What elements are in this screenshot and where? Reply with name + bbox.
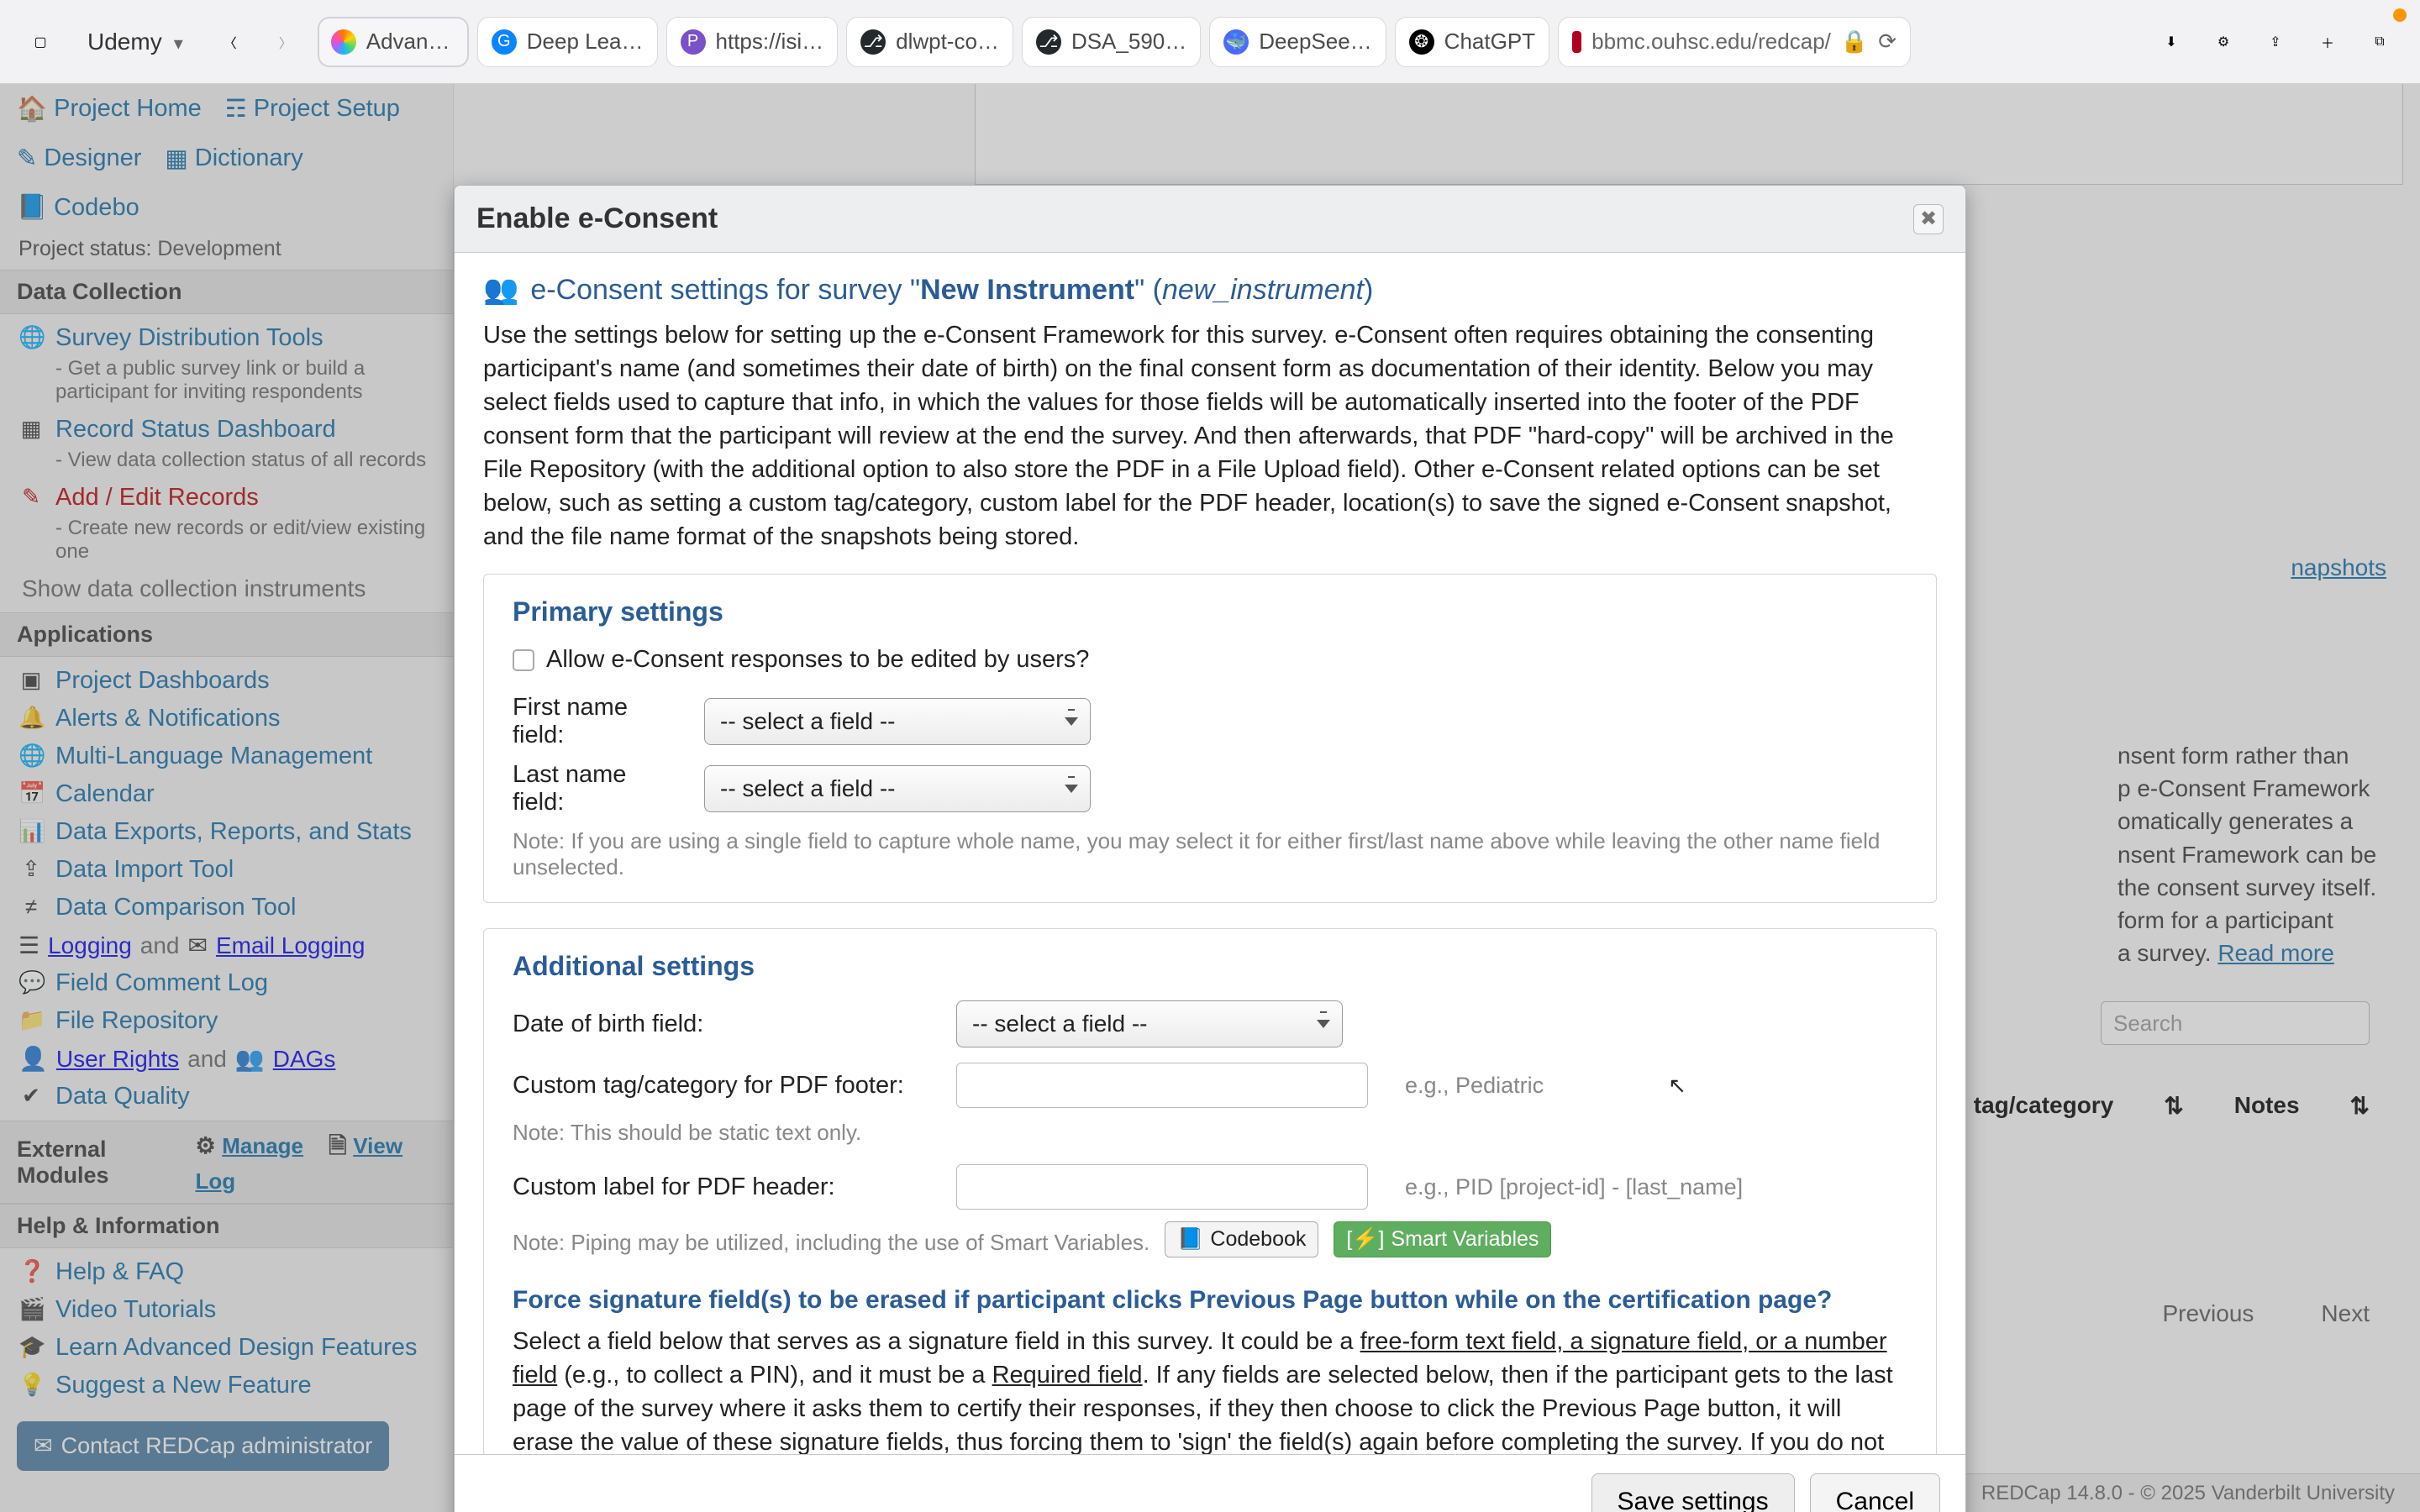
dob-select[interactable]: -- select a field --: [956, 1000, 1343, 1047]
primary-settings-panel: Primary settings Allow e-Consent respons…: [483, 574, 1937, 903]
site-icon: [1572, 31, 1581, 53]
smart-variables-button[interactable]: [⚡]Smart Variables: [1334, 1221, 1551, 1257]
back-button[interactable]: 〈: [207, 18, 254, 66]
tag-label: Custom tag/category for PDF footer:: [513, 1072, 933, 1100]
downloads-icon[interactable]: ⬇: [2148, 18, 2195, 66]
last-name-select[interactable]: -- select a field --: [704, 765, 1091, 812]
cancel-button[interactable]: Cancel: [1810, 1473, 1940, 1512]
tab-2[interactable]: Phttps://isi…: [666, 17, 839, 67]
header-input[interactable]: [956, 1164, 1368, 1210]
address-text: bbmc.ouhsc.edu/redcap/: [1591, 29, 1831, 55]
chevron-down-icon: [169, 29, 183, 55]
bolt-icon: [⚡]: [1346, 1227, 1384, 1252]
tab-6[interactable]: ❂ChatGPT: [1395, 17, 1549, 67]
save-settings-button[interactable]: Save settings: [1591, 1473, 1795, 1512]
piping-note: Note: Piping may be utilized, including …: [513, 1230, 1150, 1256]
reload-icon[interactable]: ⟳: [1878, 29, 1897, 55]
lock-icon: 🔒: [1841, 29, 1868, 55]
tab-0[interactable]: Advan…: [318, 17, 469, 67]
cursor-icon: ↖: [1668, 1073, 1686, 1099]
new-tab-icon[interactable]: ＋: [2304, 18, 2351, 66]
modal-subtitle: 👥 e-Consent settings for survey "New Ins…: [483, 273, 1937, 307]
settings-icon[interactable]: ⚙: [2200, 18, 2247, 66]
header-hint: e.g., PID [project-id] - [last_name]: [1392, 1174, 1743, 1200]
tab-5[interactable]: 🐳DeepSee…: [1209, 17, 1386, 67]
dob-label: Date of birth field:: [513, 1011, 933, 1038]
tab-4[interactable]: ⎇DSA_590…: [1022, 17, 1201, 67]
address-bar[interactable]: bbmc.ouhsc.edu/redcap/ 🔒 ⟳: [1558, 17, 1911, 67]
tag-input[interactable]: [956, 1063, 1368, 1108]
codebook-button[interactable]: 📘Codebook: [1165, 1221, 1318, 1257]
close-button[interactable]: ✖: [1913, 204, 1944, 234]
signature-paragraph: Select a field below that serves as a si…: [513, 1325, 1907, 1454]
additional-settings-panel: Additional settings Date of birth field:…: [483, 928, 1937, 1454]
tab-3[interactable]: ⎇dlwpt-co…: [846, 17, 1013, 67]
first-name-select[interactable]: -- select a field --: [704, 698, 1091, 745]
first-name-label: First name field:: [513, 694, 681, 749]
tag-note: Note: This should be static text only.: [513, 1120, 1907, 1146]
name-note: Note: If you are using a single field to…: [513, 828, 1907, 880]
primary-settings-heading: Primary settings: [513, 596, 1907, 627]
header-label: Custom label for PDF header:: [513, 1173, 933, 1201]
additional-settings-heading: Additional settings: [513, 951, 1907, 982]
tabs-overview-icon[interactable]: ⧉: [2356, 18, 2403, 66]
share-icon[interactable]: ⇪: [2252, 18, 2299, 66]
allow-edit-checkbox[interactable]: [513, 649, 534, 671]
forward-button: 〉: [262, 18, 309, 66]
last-name-label: Last name field:: [513, 761, 681, 816]
book2-icon: 📘: [1177, 1227, 1203, 1252]
close-icon: ✖: [1920, 207, 1937, 231]
allow-edit-label: Allow e-Consent responses to be edited b…: [546, 646, 1089, 674]
tab-1[interactable]: GDeep Lea…: [477, 17, 658, 67]
app-switcher-label: Udemy: [87, 29, 162, 55]
econsent-modal: Enable e-Consent ✖ 👥 e-Consent settings …: [454, 185, 1966, 1512]
tag-hint: e.g., Pediatric: [1392, 1073, 1544, 1099]
modal-intro: Use the settings below for setting up th…: [483, 318, 1937, 554]
app-switcher[interactable]: Udemy: [72, 18, 198, 66]
sidebar-toggle-icon[interactable]: ▢: [17, 18, 64, 66]
notification-dot-icon: [2393, 8, 2407, 22]
browser-toolbar: ▢ Udemy 〈 〉 Advan… GDeep Lea… Phttps://i…: [0, 0, 2420, 84]
people-icon: 👥: [483, 273, 518, 307]
modal-title: Enable e-Consent: [476, 202, 718, 235]
signature-heading: Force signature field(s) to be erased if…: [513, 1286, 1907, 1315]
